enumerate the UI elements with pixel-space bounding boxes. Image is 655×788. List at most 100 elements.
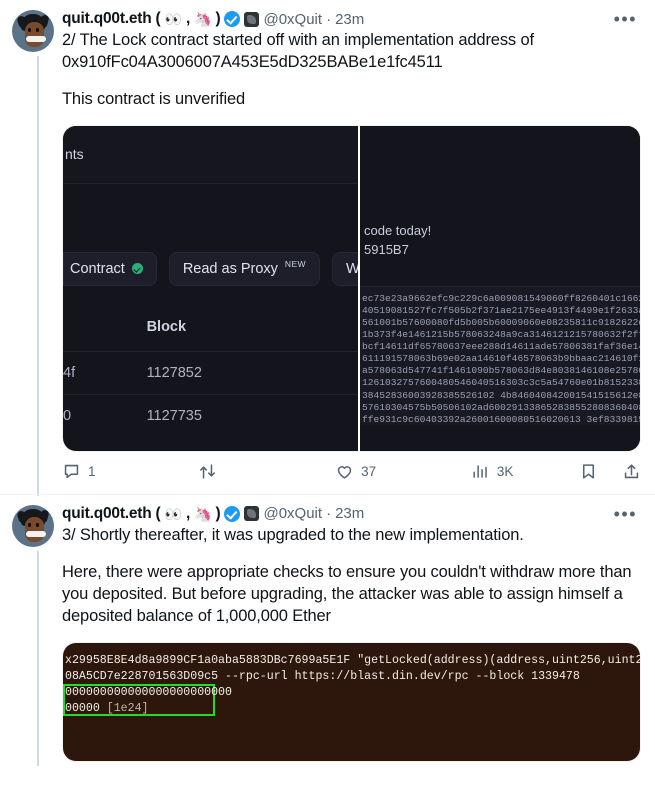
display-name[interactable]: quit.q00t.eth <box>62 11 152 27</box>
separator-dot: · <box>326 505 332 523</box>
tab-contract[interactable]: Contract <box>63 251 157 286</box>
heart-icon <box>335 462 354 481</box>
tweet-2[interactable]: quit.q00t.eth ( 👀 , 🦄 ) @0xQuit · 23m ••… <box>0 493 655 766</box>
share-icon <box>622 462 641 481</box>
explorer-right-header: code today! 5915B7 <box>360 126 640 260</box>
terminal-line-3: 000000000000000000000000 <box>65 685 232 699</box>
avatar-eye-left <box>28 522 31 527</box>
tab-read-as-proxy-label: Read as Proxy <box>182 260 278 277</box>
terminal-line-4: 00000 [1e24] <box>65 701 640 717</box>
explorer-right-footer <box>360 424 640 451</box>
more-options-icon[interactable]: ••• <box>610 10 641 28</box>
bytecode-line: bcf14611df65780637eee288d14611ade5780638… <box>362 341 640 353</box>
tweet-2-header: quit.q00t.eth ( 👀 , 🦄 ) @0xQuit · 23m ••… <box>62 503 641 523</box>
bytecode-line: 1261032757600480546040516303c3c5a54760e0… <box>362 377 640 389</box>
bytecode-line: 40519081527fc7f505b2f371ae2175ee4913f449… <box>362 304 640 316</box>
avatar-mouth <box>26 36 46 42</box>
bytecode-line: 38452836003928385526102 4b84604084200154… <box>362 389 640 401</box>
thread-connector-line <box>37 56 39 496</box>
tweet-1-gutter <box>12 8 62 496</box>
terminal-line-1: x29958E8E4d8a9899CF1a0aba5883DBc7699a5E1… <box>65 653 640 667</box>
tweet-1-text-paragraph-2: This contract is unverified <box>62 89 246 108</box>
timestamp[interactable]: 23m <box>335 12 364 27</box>
display-name[interactable]: quit.q00t.eth <box>62 506 152 522</box>
tweet-1-action-bar: 1 37 3K <box>62 462 641 492</box>
bookmark-button[interactable] <box>579 462 598 481</box>
tweet-2-text-paragraph-2: Here, there were appropriate checks to e… <box>62 562 636 625</box>
table-header-col-0 <box>63 314 147 352</box>
eyes-emoji-icon: 👀 <box>164 11 182 27</box>
avatar-eye-right <box>36 522 39 527</box>
bytecode-line: 1b373f4e1461215b578063248a9ca31461212157… <box>362 329 640 341</box>
bytecode-line: 611191578063b69e02aa14610f46578063b9bbaa… <box>362 353 640 365</box>
tab-contract-label: Contract <box>70 260 125 277</box>
separator-dot: · <box>326 10 332 28</box>
explorer-right-divider <box>360 260 640 286</box>
terminal-value: 00000 <box>65 701 100 715</box>
tweet-2-body: quit.q00t.eth ( 👀 , 🦄 ) @0xQuit · 23m ••… <box>62 503 641 764</box>
paren-close: ) <box>215 10 221 28</box>
timestamp[interactable]: 23m <box>335 506 364 521</box>
affiliate-badge-icon[interactable] <box>244 11 260 27</box>
tweet-1-body: quit.q00t.eth ( 👀 , 🦄 ) @0xQuit · 23m ••… <box>62 8 641 494</box>
tweet-2-text-paragraph-1: 3/ Shortly thereafter, it was upgraded t… <box>62 525 524 544</box>
reply-count: 1 <box>88 463 96 479</box>
explorer-screenshot: nts Contract Read as Proxy NEW Block 4f … <box>63 125 640 451</box>
share-button[interactable] <box>622 462 641 481</box>
thread-connector-line <box>37 550 39 766</box>
like-button[interactable]: 37 <box>335 462 471 481</box>
terminal-screenshot: x29958E8E4d8a9899CF1a0aba5883DBc7699a5E1… <box>63 642 640 761</box>
user-handle[interactable]: @0xQuit <box>263 506 322 521</box>
explorer-right-line-2: 5915B7 <box>364 242 409 258</box>
verified-badge-icon[interactable] <box>224 11 241 27</box>
unicorn-emoji-icon: 🦄 <box>194 11 212 27</box>
avatar-eye-right <box>36 28 39 32</box>
retweet-icon <box>198 462 217 481</box>
unicorn-emoji-icon: 🦄 <box>194 505 212 522</box>
explorer-right-line-1: code today! <box>364 222 432 238</box>
analytics-icon <box>471 462 490 481</box>
bytecode-line: a578063d547741f1461090b578063d84e8038146… <box>362 365 640 377</box>
affiliate-badge-icon[interactable] <box>244 506 260 522</box>
retweet-button[interactable] <box>198 462 336 481</box>
tweet-1-media-explorer-screenshot[interactable]: nts Contract Read as Proxy NEW Block 4f … <box>62 124 641 452</box>
tab-read-as-proxy[interactable]: Read as Proxy NEW <box>168 251 320 286</box>
terminal-line-2: 08A5CD7e228701563D09c5 --rpc-url https:/… <box>65 669 580 683</box>
paren-open: ( <box>155 505 161 523</box>
views-count: 3K <box>496 463 514 479</box>
reply-icon <box>62 462 81 481</box>
like-count: 37 <box>361 463 377 479</box>
tweet-2-gutter <box>12 503 62 766</box>
eyes-emoji-icon: 👀 <box>164 505 182 522</box>
avatar-eye-left <box>28 28 31 32</box>
terminal-value-note: [1e24] <box>106 701 149 715</box>
emoji-comma: , <box>185 10 191 28</box>
views-button[interactable]: 3K <box>471 462 579 481</box>
bytecode-line: ec73e23a9662efc9c229c6a009081549060ff826… <box>362 292 640 304</box>
avatar[interactable] <box>12 504 54 547</box>
avatar-face <box>25 22 46 47</box>
more-options-icon[interactable]: ••• <box>610 505 641 523</box>
tweet-1-text-paragraph-1: 2/ The Lock contract started off with an… <box>62 31 539 71</box>
explorer-topbar-text: nts <box>65 146 84 163</box>
avatar[interactable] <box>12 10 54 52</box>
bookmark-icon <box>579 462 598 481</box>
tweet-1[interactable]: quit.q00t.eth ( 👀 , 🦄 ) @0xQuit · 23m ••… <box>0 0 655 496</box>
table-cell-txhash: 0 <box>63 393 147 437</box>
table-cell-txhash: 4f <box>63 350 147 395</box>
green-check-icon <box>131 263 143 275</box>
reply-button[interactable]: 1 <box>62 462 198 481</box>
bytecode-line: 561001b57600080fd5b005b60009060e08235811… <box>362 317 640 328</box>
tab-new-tag: NEW <box>284 258 306 269</box>
tweet-thread: quit.q00t.eth ( 👀 , 🦄 ) @0xQuit · 23m ••… <box>0 0 655 766</box>
paren-close: ) <box>215 505 221 523</box>
tweet-2-media-terminal-screenshot[interactable]: x29958E8E4d8a9899CF1a0aba5883DBc7699a5E1… <box>62 641 641 762</box>
avatar-face <box>25 516 46 542</box>
paren-open: ( <box>155 10 161 28</box>
emoji-comma: , <box>185 505 191 523</box>
bytecode-line: 57610304575b50506102ad600291338652838552… <box>362 401 640 413</box>
explorer-right-pane: code today! 5915B7 ec73e23a9662efc9c229c… <box>358 125 640 451</box>
user-handle[interactable]: @0xQuit <box>263 12 322 27</box>
verified-badge-icon[interactable] <box>224 505 241 522</box>
tweet-1-header: quit.q00t.eth ( 👀 , 🦄 ) @0xQuit · 23m ••… <box>62 8 641 28</box>
